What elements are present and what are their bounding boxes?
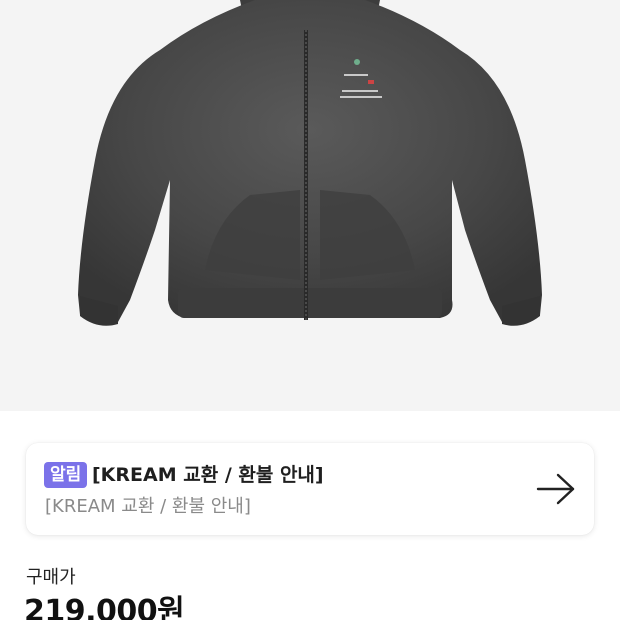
price-label: 구매가	[26, 567, 76, 588]
notice-subtitle: [KREAM 교환 / 환불 안내]	[45, 496, 251, 517]
arrow-right-icon[interactable]	[536, 472, 576, 510]
product-image[interactable]	[0, 0, 620, 411]
hoodie-image	[78, 0, 542, 326]
notice-title: [KREAM 교환 / 환불 안내]	[92, 464, 324, 486]
notice-badge: 알림	[44, 462, 88, 488]
price-value: 219,000원	[24, 594, 185, 620]
notice-card[interactable]: 알림 [KREAM 교환 / 환불 안내] [KREAM 교환 / 환불 안내]	[26, 443, 594, 535]
